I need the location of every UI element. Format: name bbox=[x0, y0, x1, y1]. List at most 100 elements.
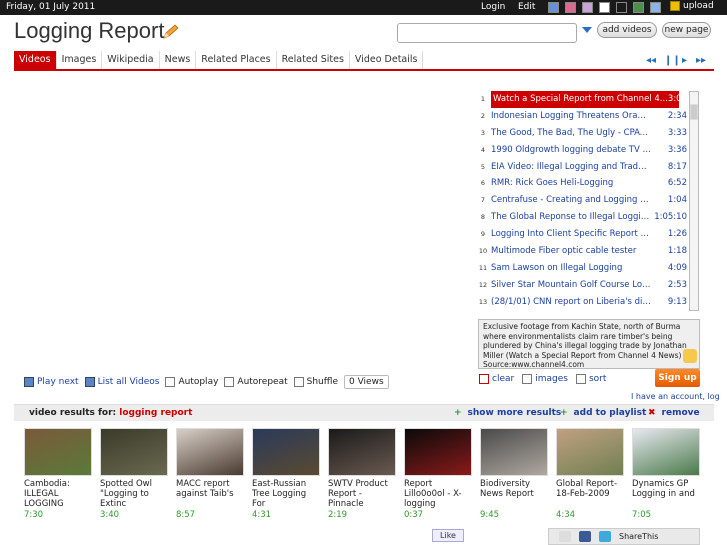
tab-images[interactable]: Images bbox=[57, 51, 103, 69]
list-all-control[interactable]: List all Videos bbox=[84, 377, 159, 387]
add-videos-button[interactable]: add videos bbox=[597, 22, 657, 38]
edit-pencil-icon[interactable] bbox=[162, 24, 180, 40]
video-result-card[interactable]: Dynamics GP Logging in and 7:05 bbox=[632, 428, 702, 520]
playlist-item[interactable]: 7 Centrafuse - Creating and Logging Syst.… bbox=[477, 192, 687, 209]
playlist-item-number: 2 bbox=[480, 111, 486, 120]
clear-button[interactable]: clear bbox=[479, 374, 514, 384]
sharethis-label[interactable]: ShareThis bbox=[619, 532, 658, 541]
playlist-scrollbar[interactable] bbox=[689, 91, 699, 311]
checkbox-icon bbox=[293, 377, 304, 387]
facebook-icon[interactable] bbox=[579, 531, 591, 542]
theme-swatch[interactable] bbox=[599, 2, 610, 13]
playlist-item[interactable]: 3 The Good, The Bad, The Ugly - CPAWS... 3… bbox=[477, 125, 687, 142]
playlist-item[interactable]: 12 Silver Star Mountain Golf Course Loggi… bbox=[477, 277, 687, 294]
video-result-title[interactable]: MACC report against Taib's bbox=[176, 479, 246, 509]
email-icon[interactable] bbox=[559, 531, 571, 542]
play-icon[interactable]: ▸ bbox=[682, 55, 687, 66]
video-thumbnail[interactable] bbox=[252, 428, 320, 476]
playlist-item[interactable]: 11 Sam Lawson on Illegal Logging 4:09 bbox=[477, 260, 687, 277]
video-thumbnail[interactable] bbox=[556, 428, 624, 476]
video-result-title[interactable]: Biodiversity News Report bbox=[480, 479, 550, 509]
playlist-item[interactable]: 5 EIA Video: Illegal Logging and Trade of… bbox=[477, 159, 687, 176]
upload-button[interactable]: upload bbox=[670, 1, 714, 11]
playlist-item-title: The Global Reponse to Illegal Logging ..… bbox=[491, 212, 651, 223]
video-thumbnail[interactable] bbox=[480, 428, 548, 476]
images-button[interactable]: images bbox=[522, 374, 568, 384]
new-page-button[interactable]: new page bbox=[662, 22, 711, 38]
search-dropdown-icon[interactable] bbox=[582, 27, 592, 33]
tab-wikipedia[interactable]: Wikipedia bbox=[102, 51, 160, 69]
facebook-like-button[interactable]: Like bbox=[432, 529, 464, 542]
tab-related-places[interactable]: Related Places bbox=[196, 51, 277, 69]
video-player[interactable] bbox=[14, 85, 474, 370]
page-title: Logging Report bbox=[14, 18, 165, 43]
theme-swatch[interactable] bbox=[548, 2, 559, 13]
video-result-card[interactable]: Biodiversity News Report 9:45 bbox=[480, 428, 550, 520]
playlist-item[interactable]: 1 Watch a Special Report from Channel 4..… bbox=[477, 91, 687, 108]
edit-link[interactable]: Edit bbox=[518, 2, 535, 12]
video-thumbnail[interactable] bbox=[100, 428, 168, 476]
player-controls: Play next List all Videos Autoplay Autor… bbox=[24, 375, 389, 389]
play-next-control[interactable]: Play next bbox=[24, 377, 79, 387]
pause-icon[interactable]: ❙❙ bbox=[664, 55, 681, 66]
login-link[interactable]: Login bbox=[481, 2, 505, 12]
autorepeat-checkbox[interactable]: Autorepeat bbox=[224, 377, 288, 387]
playlist-item[interactable]: 6 RMR: Rick Goes Heli-Logging 6:52 bbox=[477, 175, 687, 192]
playlist-item[interactable]: 4 1990 Oldgrowth logging debate TV new...… bbox=[477, 142, 687, 159]
show-more-results-button[interactable]: + show more results bbox=[454, 405, 561, 422]
search-input[interactable] bbox=[397, 23, 577, 43]
video-thumbnail[interactable] bbox=[404, 428, 472, 476]
add-to-playlist-button[interactable]: + add to playlist bbox=[560, 405, 646, 422]
remove-button[interactable]: ✖ remove bbox=[648, 405, 700, 422]
video-result-card[interactable]: Report Lillo0o0ol - X-logging 0:37 bbox=[404, 428, 474, 520]
video-result-card[interactable]: Global Report-18-Feb-2009 4:34 bbox=[556, 428, 626, 520]
theme-swatch[interactable] bbox=[650, 2, 661, 13]
video-thumbnail[interactable] bbox=[24, 428, 92, 476]
tab-video-details[interactable]: Video Details bbox=[350, 51, 424, 69]
theme-swatch[interactable] bbox=[616, 2, 627, 13]
prev-icon[interactable]: ◂◂ bbox=[646, 55, 656, 66]
playlist-item[interactable]: 10 Multimode Fiber optic cable tester 1:18 bbox=[477, 243, 687, 260]
tab-related-sites[interactable]: Related Sites bbox=[277, 51, 350, 69]
video-result-duration: 2:19 bbox=[328, 510, 348, 520]
video-result-card[interactable]: MACC report against Taib's 8:57 bbox=[176, 428, 246, 520]
video-result-card[interactable]: Spotted Owl "Logging to Extinc 3:40 bbox=[100, 428, 170, 520]
playlist-item-duration: 1:04 bbox=[667, 195, 687, 206]
playlist-item[interactable]: 9 Logging Into Client Specific Report Pag… bbox=[477, 226, 687, 243]
images-icon bbox=[522, 374, 533, 384]
signup-button[interactable]: Sign up bbox=[655, 369, 700, 387]
video-result-card[interactable]: East-Russian Tree Logging For 4:31 bbox=[252, 428, 322, 520]
video-result-title[interactable]: Cambodia: ILLEGAL LOGGING bbox=[24, 479, 94, 509]
theme-swatch[interactable] bbox=[633, 2, 644, 13]
playlist-item-number: 6 bbox=[480, 179, 486, 188]
playlist-item[interactable]: 2 Indonesian Logging Threatens Orangut...… bbox=[477, 108, 687, 125]
twitter-icon[interactable] bbox=[599, 531, 611, 542]
theme-swatch[interactable] bbox=[565, 2, 576, 13]
video-result-duration: 7:30 bbox=[24, 510, 44, 520]
account-login-link[interactable]: I have an account, log bbox=[631, 392, 720, 401]
shuffle-checkbox[interactable]: Shuffle bbox=[293, 377, 338, 387]
video-result-title[interactable]: Dynamics GP Logging in and bbox=[632, 479, 702, 509]
video-thumbnail[interactable] bbox=[632, 428, 700, 476]
playlist-item[interactable]: 8 The Global Reponse to Illegal Logging .… bbox=[477, 209, 687, 226]
tab-news[interactable]: News bbox=[160, 51, 197, 69]
sort-label: sort bbox=[588, 374, 607, 384]
video-result-card[interactable]: Cambodia: ILLEGAL LOGGING 7:30 bbox=[24, 428, 94, 520]
play-next-label: Play next bbox=[37, 377, 79, 387]
tab-videos[interactable]: Videos bbox=[14, 51, 57, 69]
description-expand-icon[interactable] bbox=[683, 349, 697, 363]
theme-swatch[interactable] bbox=[582, 2, 593, 13]
video-result-title[interactable]: Report Lillo0o0ol - X-logging bbox=[404, 479, 474, 509]
video-result-title[interactable]: East-Russian Tree Logging For bbox=[252, 479, 322, 509]
video-result-card[interactable]: SWTV Product Report - Pinnacle 2:19 bbox=[328, 428, 398, 520]
video-thumbnail[interactable] bbox=[328, 428, 396, 476]
playlist-item[interactable]: 13 (28/1/01) CNN report on Liberia's diam… bbox=[477, 294, 687, 311]
playlist-item-duration: 1:26 bbox=[667, 229, 687, 240]
video-result-title[interactable]: Spotted Owl "Logging to Extinc bbox=[100, 479, 170, 509]
video-thumbnail[interactable] bbox=[176, 428, 244, 476]
sort-button[interactable]: sort bbox=[575, 374, 607, 384]
next-icon[interactable]: ▸▸ bbox=[696, 55, 706, 66]
video-result-title[interactable]: SWTV Product Report - Pinnacle bbox=[328, 479, 398, 509]
autoplay-checkbox[interactable]: Autoplay bbox=[165, 377, 218, 387]
video-result-title[interactable]: Global Report-18-Feb-2009 bbox=[556, 479, 626, 509]
